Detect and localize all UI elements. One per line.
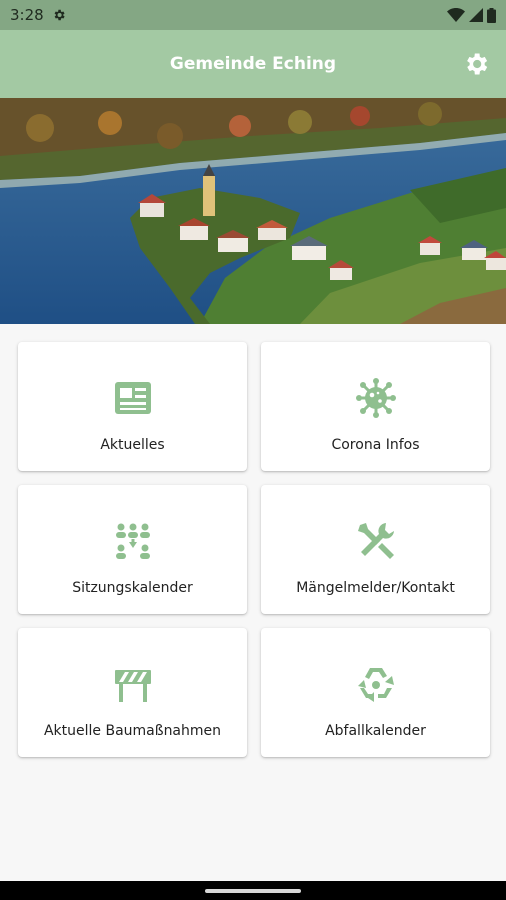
menu-grid: Aktuelles Corona Infos Sitzungskalender …	[18, 342, 490, 757]
tools-icon	[357, 523, 394, 559]
home-gesture-handle[interactable]	[205, 889, 301, 893]
tile-maengelmelder-kontakt[interactable]: Mängelmelder/Kontakt	[261, 485, 490, 614]
meeting-icon	[115, 523, 150, 559]
recycle-icon	[357, 668, 394, 702]
virus-icon	[355, 378, 396, 418]
system-navigation-bar	[0, 881, 506, 900]
tile-label: Corona Infos	[331, 437, 420, 453]
tile-label: Abfallkalender	[325, 723, 426, 739]
app-title: Gemeinde Eching	[169, 54, 337, 74]
status-bar: 3:28	[0, 0, 506, 30]
status-time: 3:28	[10, 6, 44, 24]
wifi-icon	[447, 8, 465, 22]
tile-label: Mängelmelder/Kontakt	[296, 580, 455, 596]
roadblock-icon	[114, 670, 151, 702]
tile-label: Aktuelle Baumaßnahmen	[43, 723, 222, 739]
tile-aktuelles[interactable]: Aktuelles	[18, 342, 247, 471]
tile-corona-infos[interactable]: Corona Infos	[261, 342, 490, 471]
tile-abfallkalender[interactable]: Abfallkalender	[261, 628, 490, 757]
status-icons	[447, 7, 496, 23]
tile-label: Sitzungskalender	[72, 580, 193, 596]
tile-label: Aktuelles	[100, 437, 165, 453]
hero-village-photo	[0, 98, 506, 324]
battery-icon	[487, 7, 496, 23]
app-bar: Gemeinde Eching	[0, 30, 506, 98]
tile-sitzungskalender[interactable]: Sitzungskalender	[18, 485, 247, 614]
tile-aktuelle-baumassnahmen[interactable]: Aktuelle Baumaßnahmen	[18, 628, 247, 757]
newspaper-icon	[114, 382, 151, 414]
settings-notification-icon	[54, 9, 65, 21]
settings-gear-icon[interactable]	[462, 50, 490, 78]
signal-icon	[469, 8, 483, 22]
